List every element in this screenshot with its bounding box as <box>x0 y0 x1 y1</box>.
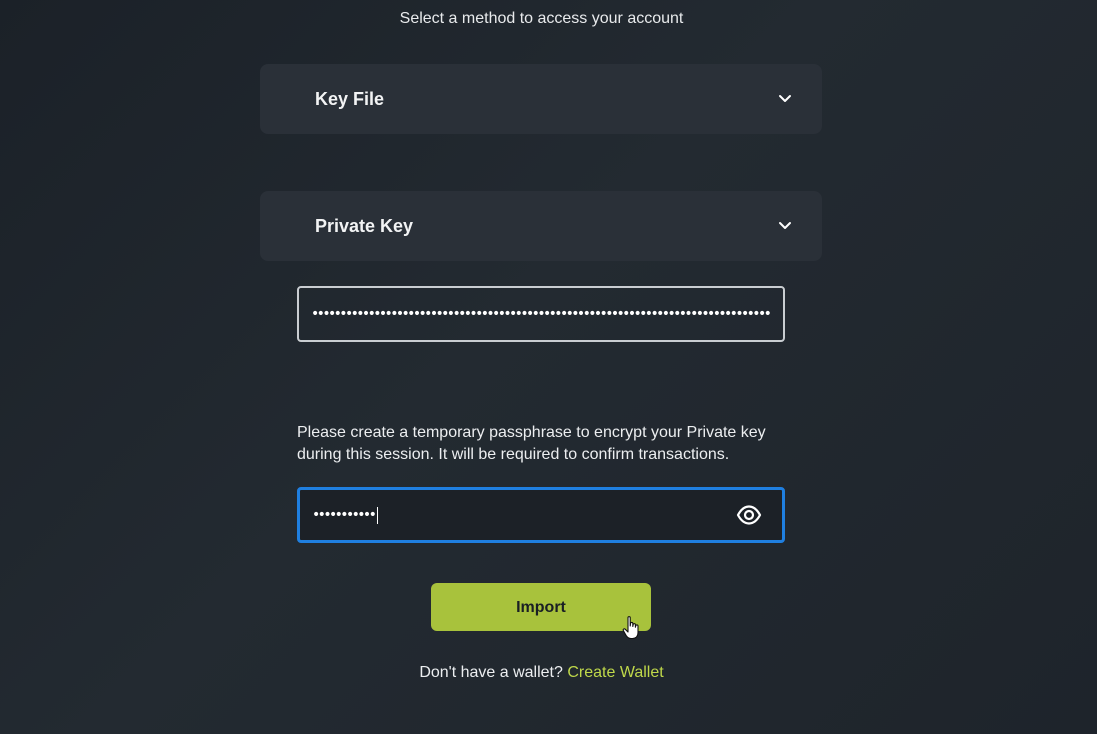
chevron-down-icon <box>779 95 791 102</box>
hand-pointer-cursor-icon <box>622 616 639 640</box>
page-subtitle: Select a method to access your account <box>399 10 684 27</box>
passphrase-input[interactable]: ••••••••••• <box>312 490 712 540</box>
accordion-key-file[interactable]: Key File <box>260 64 822 134</box>
accordion-private-key[interactable]: Private Key <box>260 191 822 261</box>
signup-prompt-text: Don't have a wallet? <box>419 664 563 681</box>
chevron-down-icon <box>779 222 791 229</box>
passphrase-instructions: Please create a temporary passphrase to … <box>297 424 766 463</box>
accordion-label-private-key: Private Key <box>315 216 414 236</box>
import-button[interactable]: Import <box>431 583 651 631</box>
text-caret <box>377 506 379 524</box>
passphrase-field[interactable]: ••••••••••• <box>297 487 785 543</box>
signup-prompt: Don't have a wallet? Create Wallet <box>0 664 1083 682</box>
accordion-label-key-file: Key File <box>315 89 385 109</box>
eye-icon[interactable] <box>736 504 762 526</box>
private-key-input[interactable] <box>297 286 785 342</box>
passphrase-value: ••••••••••• <box>312 507 377 523</box>
create-wallet-link[interactable]: Create Wallet <box>567 664 663 681</box>
